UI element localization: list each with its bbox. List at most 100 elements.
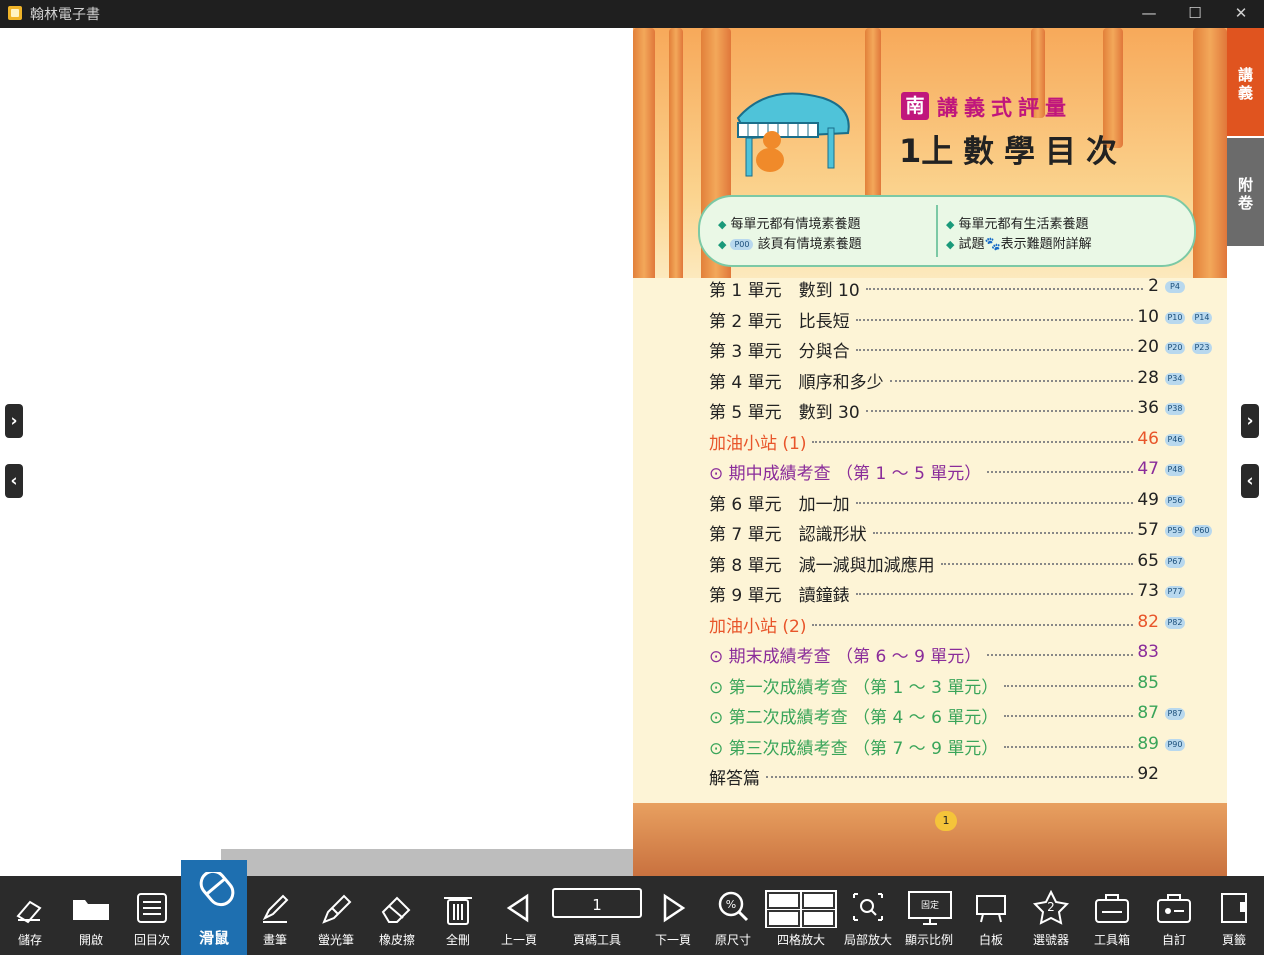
maximize-button[interactable]: ☐ [1172, 0, 1218, 28]
toc-page-number: 87 [1137, 703, 1159, 723]
toc-leader [766, 776, 1133, 778]
toolbar-toolbox-button[interactable]: 工具箱 [1082, 876, 1142, 955]
toolbar-label: 回目次 [133, 933, 170, 947]
toc-row[interactable]: 第 1 單元 數到 10 2 P4 [709, 274, 1209, 301]
folder-icon [61, 890, 121, 924]
toc-page-number: 57 [1137, 520, 1159, 540]
app-icon [8, 6, 22, 20]
info-divider [936, 205, 938, 257]
toolbar-pen-button[interactable]: 畫筆 [245, 876, 305, 955]
toolbar-picker-button[interactable]: 2 選號器 [1021, 876, 1081, 955]
toc-page-number: 46 [1137, 428, 1159, 449]
toolbar-page-number-button[interactable]: 1 頁碼工具 [552, 876, 642, 955]
toc-label: 第 6 單元 加一加 [709, 494, 850, 515]
toc-row[interactable]: 第 6 單元 加一加 49 P56 [709, 488, 1209, 515]
toolbar-label: 工具箱 [1093, 933, 1130, 947]
toc-row[interactable]: 第 9 單元 讀鐘錶 73 P77 [709, 579, 1209, 606]
toc-row[interactable]: 第 2 單元 比長短 10 P10 P14 [709, 305, 1212, 332]
bookmark-icon [1204, 890, 1264, 924]
toolbar-whiteboard-button[interactable]: 白板 [961, 876, 1021, 955]
toc-label: ⊙ 第二次成績考查 （第 4 ～ 6 單元） [709, 708, 999, 728]
toc-page-badge: P14 [1192, 311, 1212, 324]
toc-leader [1004, 684, 1133, 687]
toc-row[interactable]: 解答篇 92 [709, 762, 1209, 789]
toolbar-grid-zoom-button[interactable]: 四格放大 [765, 876, 837, 955]
toolbar-label: 上一頁 [500, 933, 537, 947]
toc-row[interactable]: 第 4 單元 順序和多少 28 P34 [709, 366, 1209, 393]
left-next-arrow[interactable]: › [5, 404, 23, 438]
toolbar-mouse-button[interactable]: 滑鼠 [181, 860, 247, 955]
toc-icon [122, 890, 182, 924]
toolbar-bookmark-button[interactable]: 頁籤 [1204, 876, 1264, 955]
toc-page-badge: P82 [1165, 616, 1185, 629]
right-prev-arrow[interactable]: ‹ [1241, 464, 1259, 498]
toc-label: 第 5 單元 數到 30 [709, 403, 860, 423]
right-next-arrow[interactable]: › [1241, 404, 1259, 438]
toc-label: 第 1 單元 數到 10 [709, 281, 860, 301]
toolbar-label: 儲存 [17, 933, 42, 947]
toc-label: 加油小站 (2) [709, 616, 807, 637]
info-item: ◆ 每單元都有情境素養題 [718, 217, 861, 232]
toc-page-number: 47 [1137, 459, 1159, 479]
publisher-badge: 南 [901, 92, 929, 120]
toc-label: 第 2 單元 比長短 [709, 311, 850, 332]
toc-page-number: 85 [1137, 672, 1159, 693]
toolbar-folder-button[interactable]: 開啟 [61, 876, 121, 955]
toc-page-badge: P59 [1165, 525, 1185, 537]
page-number-input[interactable]: 1 [552, 888, 642, 918]
tree-decoration [669, 28, 683, 298]
minimize-button[interactable]: — [1126, 0, 1172, 28]
toc-row[interactable]: 第 8 單元 減一減與加減應用 65 P67 [709, 549, 1209, 576]
toc-label: 第 7 單元 認識形狀 [709, 525, 867, 545]
toolbar-label: 頁籤 [1221, 933, 1246, 947]
tool-badge-text: 2 [1047, 900, 1055, 914]
toc-label: 第 4 單元 順序和多少 [709, 372, 884, 393]
trash-icon [428, 890, 488, 925]
toc-page-badge: P4 [1165, 281, 1185, 293]
toolbar-display-ratio-button[interactable]: 固定 顯示比例 [898, 876, 960, 955]
toolbar-trash-button[interactable]: 全刪 [428, 876, 488, 955]
toolbar-highlighter-button[interactable]: 螢光筆 [306, 876, 366, 955]
toc-page-badge: P23 [1192, 342, 1212, 354]
toc-row[interactable]: 第 3 單元 分與合 20 P20 P23 [709, 335, 1212, 362]
toc-page-badge: P20 [1165, 342, 1185, 354]
toc-page-badge: P46 [1165, 433, 1185, 446]
toc-row[interactable]: ⊙ 期中成績考查 （第 1 ～ 5 單元） 47 P48 [709, 457, 1209, 484]
toc-row[interactable]: 第 7 單元 認識形狀 57 P59 P60 [709, 518, 1212, 545]
left-page [0, 28, 633, 876]
toolbar-zoom-percent-button[interactable]: % 原尺寸 [703, 876, 763, 955]
toolbar-toc-button[interactable]: 回目次 [122, 876, 182, 955]
toolbar-custom-button[interactable]: 自訂 [1144, 876, 1204, 955]
toolbar-label: 滑鼠 [198, 929, 229, 947]
toc-row[interactable]: 第 5 單元 數到 30 36 P38 [709, 396, 1209, 423]
tab-appendix[interactable]: 附卷 [1227, 138, 1264, 246]
toolbar-eraser-button[interactable]: 橡皮擦 [367, 876, 427, 955]
tree-decoration [633, 28, 655, 318]
toc-row[interactable]: ⊙ 第三次成績考查 （第 7 ～ 9 單元） 89 P90 [709, 732, 1209, 759]
grade-label: 1上 [899, 132, 954, 170]
toolbar-label: 開啟 [78, 933, 103, 947]
toc-page-number: 89 [1137, 733, 1159, 754]
toc-label: 解答篇 [709, 769, 760, 789]
toolbar-next-page-button[interactable]: 下一頁 [643, 876, 703, 955]
toolbar-save-button[interactable]: 儲存 [0, 876, 60, 955]
toc-row[interactable]: ⊙ 第二次成績考查 （第 4 ～ 6 單元） 87 P87 [709, 701, 1209, 728]
mouse-icon [181, 869, 247, 907]
toc-page-number: 28 [1137, 367, 1159, 388]
left-prev-arrow[interactable]: ‹ [5, 464, 23, 498]
toolbar-prev-page-button[interactable]: 上一頁 [489, 876, 549, 955]
toolbar-region-zoom-button[interactable]: 局部放大 [838, 876, 898, 955]
close-button[interactable]: ✕ [1218, 0, 1264, 28]
prev-page-icon [489, 890, 549, 924]
custom-icon [1144, 890, 1204, 924]
toc-label: 第 3 單元 分與合 [709, 342, 850, 362]
toolbox-icon [1082, 890, 1142, 924]
whiteboard-icon [961, 890, 1021, 924]
toc-row[interactable]: 加油小站 (1) 46 P46 [709, 427, 1209, 454]
toc-row[interactable]: ⊙ 第一次成績考查 （第 1 ～ 3 單元） 85 [709, 671, 1209, 698]
tab-notes[interactable]: 講義 [1227, 28, 1264, 136]
toc-row[interactable]: ⊙ 期末成績考查 （第 6 ～ 9 單元） 83 [709, 640, 1209, 667]
toc-leader [1004, 715, 1133, 717]
toc-row[interactable]: 加油小站 (2) 82 P82 [709, 610, 1209, 637]
toc-leader [890, 379, 1133, 382]
